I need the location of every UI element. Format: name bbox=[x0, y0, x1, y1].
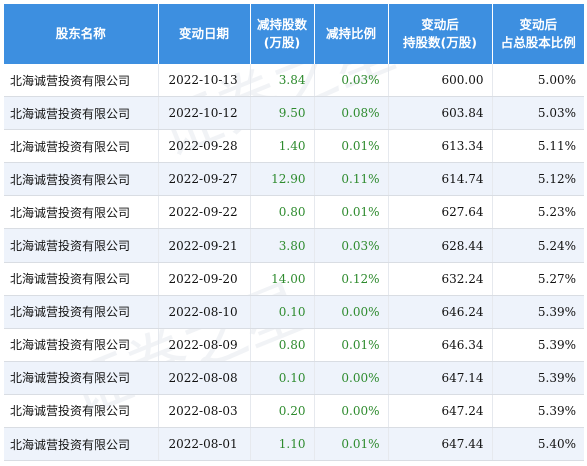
cell-reduced-shares: 0.20 bbox=[250, 394, 315, 429]
cell-ratio-after: 5.03% bbox=[492, 96, 584, 131]
cell-shares-after: 646.34 bbox=[388, 328, 493, 362]
cell-ratio-after: 5.27% bbox=[492, 262, 584, 296]
cell-reduction-ratio: 0.01% bbox=[314, 129, 389, 164]
cell-shareholder-name: 北海诚营投资有限公司 bbox=[4, 162, 159, 197]
cell-reduction-ratio: 0.11% bbox=[314, 162, 389, 197]
cell-shareholder-name: 北海诚营投资有限公司 bbox=[4, 129, 159, 164]
cell-ratio-after: 5.12% bbox=[492, 162, 584, 197]
table-row: 北海诚营投资有限公司 2022-08-10 0.10 0.00% 646.24 5.39% bbox=[4, 295, 584, 329]
table-row: 北海诚营投资有限公司 2022-08-08 0.10 0.00% 647.14 5.39% bbox=[4, 361, 584, 395]
cell-reduction-ratio: 0.01% bbox=[314, 427, 389, 462]
cell-change-date: 2022-09-28 bbox=[158, 129, 251, 164]
cell-change-date: 2022-09-21 bbox=[158, 228, 251, 263]
cell-ratio-after: 5.39% bbox=[492, 295, 584, 329]
cell-shares-after: 600.00 bbox=[388, 64, 493, 98]
cell-reduction-ratio: 0.03% bbox=[314, 64, 389, 98]
cell-shareholder-name: 北海诚营投资有限公司 bbox=[4, 328, 159, 362]
cell-shareholder-name: 北海诚营投资有限公司 bbox=[4, 361, 159, 395]
cell-change-date: 2022-08-09 bbox=[158, 328, 251, 362]
cell-reduced-shares: 3.84 bbox=[250, 64, 315, 98]
cell-change-date: 2022-08-10 bbox=[158, 295, 251, 329]
table-row: 北海诚营投资有限公司 2022-10-13 3.84 0.03% 600.00 5.00% bbox=[4, 64, 584, 98]
cell-shares-after: 627.64 bbox=[388, 195, 493, 230]
cell-reduced-shares: 14.00 bbox=[250, 262, 315, 296]
cell-reduction-ratio: 0.00% bbox=[314, 394, 389, 429]
cell-shareholder-name: 北海诚营投资有限公司 bbox=[4, 228, 159, 263]
header-reduced-shares: 减持股数 (万股) bbox=[250, 4, 315, 64]
cell-shareholder-name: 北海诚营投资有限公司 bbox=[4, 195, 159, 230]
cell-ratio-after: 5.39% bbox=[492, 361, 584, 395]
cell-shares-after: 647.44 bbox=[388, 427, 493, 462]
cell-change-date: 2022-10-13 bbox=[158, 64, 251, 98]
cell-reduced-shares: 3.80 bbox=[250, 228, 315, 263]
table-row: 北海诚营投资有限公司 2022-09-22 0.80 0.01% 627.64 5.23% bbox=[4, 195, 584, 230]
cell-shares-after: 646.24 bbox=[388, 295, 493, 329]
holding-change-table-wrapper: 股东名称 变动日期 减持股数 (万股) 减持比例 变动后 持股数(万股) 变动后 占总… bbox=[4, 4, 584, 462]
cell-shares-after: 614.74 bbox=[388, 162, 493, 197]
cell-ratio-after: 5.23% bbox=[492, 195, 584, 230]
cell-reduction-ratio: 0.01% bbox=[314, 328, 389, 362]
table-row: 北海诚营投资有限公司 2022-09-27 12.90 0.11% 614.74 5.12… bbox=[4, 162, 584, 197]
cell-reduced-shares: 1.40 bbox=[250, 129, 315, 164]
table-row: 北海诚营投资有限公司 2022-10-12 9.50 0.08% 603.84 5.03% bbox=[4, 96, 584, 131]
header-change-date: 变动日期 bbox=[158, 4, 251, 64]
cell-reduction-ratio: 0.00% bbox=[314, 295, 389, 329]
cell-change-date: 2022-08-01 bbox=[158, 427, 251, 462]
holding-change-table: 股东名称 变动日期 减持股数 (万股) 减持比例 变动后 持股数(万股) 变动后 占总… bbox=[4, 4, 584, 462]
cell-reduced-shares: 12.90 bbox=[250, 162, 315, 197]
table-row: 北海诚营投资有限公司 2022-08-09 0.80 0.01% 646.34 5.39% bbox=[4, 328, 584, 362]
cell-reduction-ratio: 0.00% bbox=[314, 361, 389, 395]
table-row: 北海诚营投资有限公司 2022-09-20 14.00 0.12% 632.24 5.27… bbox=[4, 262, 584, 296]
cell-shareholder-name: 北海诚营投资有限公司 bbox=[4, 295, 159, 329]
cell-shareholder-name: 北海诚营投资有限公司 bbox=[4, 96, 159, 131]
cell-change-date: 2022-08-03 bbox=[158, 394, 251, 429]
cell-change-date: 2022-08-08 bbox=[158, 361, 251, 395]
cell-ratio-after: 5.11% bbox=[492, 129, 584, 164]
cell-shareholder-name: 北海诚营投资有限公司 bbox=[4, 394, 159, 429]
table-row: 北海诚营投资有限公司 2022-08-01 1.10 0.01% 647.44 5.40% bbox=[4, 427, 584, 462]
cell-change-date: 2022-10-12 bbox=[158, 96, 251, 131]
cell-reduced-shares: 0.80 bbox=[250, 328, 315, 362]
cell-change-date: 2022-09-20 bbox=[158, 262, 251, 296]
cell-reduction-ratio: 0.03% bbox=[314, 228, 389, 263]
cell-shares-after: 603.84 bbox=[388, 96, 493, 131]
cell-ratio-after: 5.00% bbox=[492, 64, 584, 98]
cell-shares-after: 628.44 bbox=[388, 228, 493, 263]
header-shareholder-name: 股东名称 bbox=[4, 4, 159, 64]
table-row: 北海诚营投资有限公司 2022-09-28 1.40 0.01% 613.34 5.11% bbox=[4, 129, 584, 164]
cell-change-date: 2022-09-27 bbox=[158, 162, 251, 197]
cell-reduction-ratio: 0.12% bbox=[314, 262, 389, 296]
cell-change-date: 2022-09-22 bbox=[158, 195, 251, 230]
cell-shareholder-name: 北海诚营投资有限公司 bbox=[4, 262, 159, 296]
cell-reduction-ratio: 0.08% bbox=[314, 96, 389, 131]
header-shares-after: 变动后 持股数(万股) bbox=[388, 4, 493, 64]
table-row: 北海诚营投资有限公司 2022-08-03 0.20 0.00% 647.24 5.39% bbox=[4, 394, 584, 429]
cell-shares-after: 632.24 bbox=[388, 262, 493, 296]
cell-ratio-after: 5.40% bbox=[492, 427, 584, 462]
cell-ratio-after: 5.24% bbox=[492, 228, 584, 263]
cell-shares-after: 647.24 bbox=[388, 394, 493, 429]
cell-shares-after: 647.14 bbox=[388, 361, 493, 395]
cell-reduced-shares: 0.10 bbox=[250, 295, 315, 329]
table-row: 北海诚营投资有限公司 2022-09-21 3.80 0.03% 628.44 5.24% bbox=[4, 228, 584, 263]
cell-reduction-ratio: 0.01% bbox=[314, 195, 389, 230]
cell-ratio-after: 5.39% bbox=[492, 328, 584, 362]
table-header-row: 股东名称 变动日期 减持股数 (万股) 减持比例 变动后 持股数(万股) 变动后 占总… bbox=[4, 4, 584, 64]
cell-shareholder-name: 北海诚营投资有限公司 bbox=[4, 64, 159, 98]
cell-shares-after: 613.34 bbox=[388, 129, 493, 164]
cell-reduced-shares: 0.80 bbox=[250, 195, 315, 230]
cell-reduced-shares: 0.10 bbox=[250, 361, 315, 395]
header-reduction-ratio: 减持比例 bbox=[314, 4, 389, 64]
cell-reduced-shares: 9.50 bbox=[250, 96, 315, 131]
cell-reduced-shares: 1.10 bbox=[250, 427, 315, 462]
cell-shareholder-name: 北海诚营投资有限公司 bbox=[4, 427, 159, 462]
cell-ratio-after: 5.39% bbox=[492, 394, 584, 429]
header-ratio-after: 变动后 占总股本比例 bbox=[492, 4, 584, 64]
